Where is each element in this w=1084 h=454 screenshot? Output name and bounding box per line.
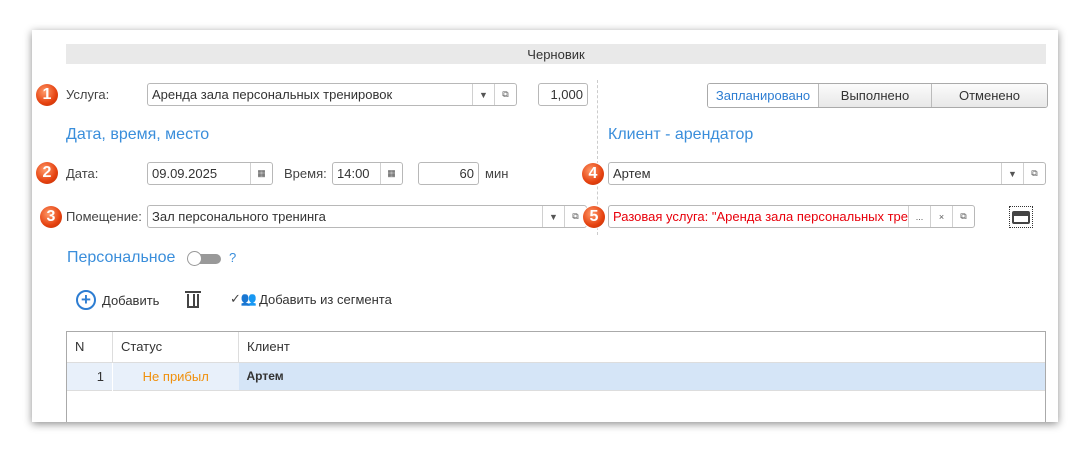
room-label: Помещение: bbox=[66, 209, 142, 224]
quantity-field[interactable]: 1,000 bbox=[538, 83, 588, 106]
open-icon[interactable]: ⧉ bbox=[952, 206, 974, 227]
personal-toggle[interactable] bbox=[187, 251, 221, 266]
trash-icon bbox=[185, 291, 201, 293]
calendar-icon[interactable]: ▦ bbox=[380, 163, 402, 184]
badge-2: 2 bbox=[36, 162, 58, 184]
row-client: Артем bbox=[238, 362, 1045, 390]
badge-3: 3 bbox=[40, 206, 62, 228]
calendar-icon[interactable]: ▦ bbox=[250, 163, 272, 184]
service-field[interactable]: Аренда зала персональных тренировок ▼ ⧉ bbox=[147, 83, 517, 106]
dropdown-icon[interactable]: ▼ bbox=[472, 84, 494, 105]
credit-card-icon bbox=[1012, 210, 1030, 224]
clear-button[interactable]: × bbox=[930, 206, 952, 227]
row-status: Не прибыл bbox=[112, 362, 239, 390]
badge-1: 1 bbox=[36, 84, 58, 106]
select-button[interactable]: ... bbox=[908, 206, 930, 227]
status-header: Черновик bbox=[66, 44, 1046, 64]
duration-value[interactable]: 60 bbox=[419, 163, 478, 184]
status-buttons: Запланировано Выполнено Отменено bbox=[707, 83, 1048, 108]
dropdown-icon[interactable]: ▼ bbox=[542, 206, 564, 227]
open-icon[interactable]: ⧉ bbox=[1023, 163, 1045, 184]
add-segment-label: Добавить из сегмента bbox=[259, 291, 392, 307]
date-field[interactable]: 09.09.2025 ▦ bbox=[147, 162, 273, 185]
column-header-client[interactable]: Клиент bbox=[239, 332, 1046, 362]
card-button[interactable] bbox=[1009, 206, 1033, 228]
time-label: Время: bbox=[284, 166, 327, 181]
badge-5: 5 bbox=[583, 206, 605, 228]
clients-table: N Статус Клиент 1 Не прибыл Артем bbox=[66, 331, 1046, 422]
help-link[interactable]: ? bbox=[229, 250, 236, 265]
open-icon[interactable]: ⧉ bbox=[494, 84, 516, 105]
plus-circle-icon: + bbox=[76, 290, 96, 310]
subscription-field[interactable]: Разовая услуга: "Аренда зала персональны… bbox=[608, 205, 975, 228]
add-button[interactable]: + Добавить bbox=[76, 290, 159, 310]
status-planned-button[interactable]: Запланировано bbox=[708, 84, 818, 107]
section-client: Клиент - арендатор bbox=[608, 126, 754, 143]
date-label: Дата: bbox=[66, 166, 99, 181]
personal-label: Персональное bbox=[67, 249, 176, 266]
service-value[interactable]: Аренда зала персональных тренировок bbox=[148, 84, 472, 105]
duration-field[interactable]: 60 bbox=[418, 162, 479, 185]
time-value[interactable]: 14:00 bbox=[333, 163, 380, 184]
badge-4: 4 bbox=[582, 163, 604, 185]
duration-unit: мин bbox=[485, 166, 509, 181]
row-number: 1 bbox=[67, 362, 113, 390]
section-datetime: Дата, время, место bbox=[66, 126, 210, 143]
room-field[interactable]: Зал персонального тренинга ▼ ⧉ bbox=[147, 205, 587, 228]
client-value[interactable]: Артем bbox=[609, 163, 1001, 184]
subscription-value[interactable]: Разовая услуга: "Аренда зала персональны… bbox=[609, 206, 908, 227]
add-label: Добавить bbox=[102, 292, 160, 308]
service-label: Услуга: bbox=[66, 87, 110, 102]
time-field[interactable]: 14:00 ▦ bbox=[332, 162, 403, 185]
status-cancelled-button[interactable]: Отменено bbox=[931, 84, 1047, 107]
date-value[interactable]: 09.09.2025 bbox=[148, 163, 250, 184]
delete-button[interactable] bbox=[185, 290, 201, 308]
dropdown-icon[interactable]: ▼ bbox=[1001, 163, 1023, 184]
users-check-icon: ✓👥 bbox=[230, 291, 258, 306]
column-header-n[interactable]: N bbox=[67, 332, 113, 362]
column-header-status[interactable]: Статус bbox=[112, 332, 239, 362]
room-value[interactable]: Зал персонального тренинга bbox=[148, 206, 542, 227]
client-field[interactable]: Артем ▼ ⧉ bbox=[608, 162, 1046, 185]
status-done-button[interactable]: Выполнено bbox=[818, 84, 931, 107]
quantity-value[interactable]: 1,000 bbox=[539, 84, 587, 105]
table-row[interactable]: 1 Не прибыл Артем bbox=[67, 362, 1045, 390]
add-from-segment-button[interactable]: ✓👥 Добавить из сегмента bbox=[230, 291, 392, 307]
